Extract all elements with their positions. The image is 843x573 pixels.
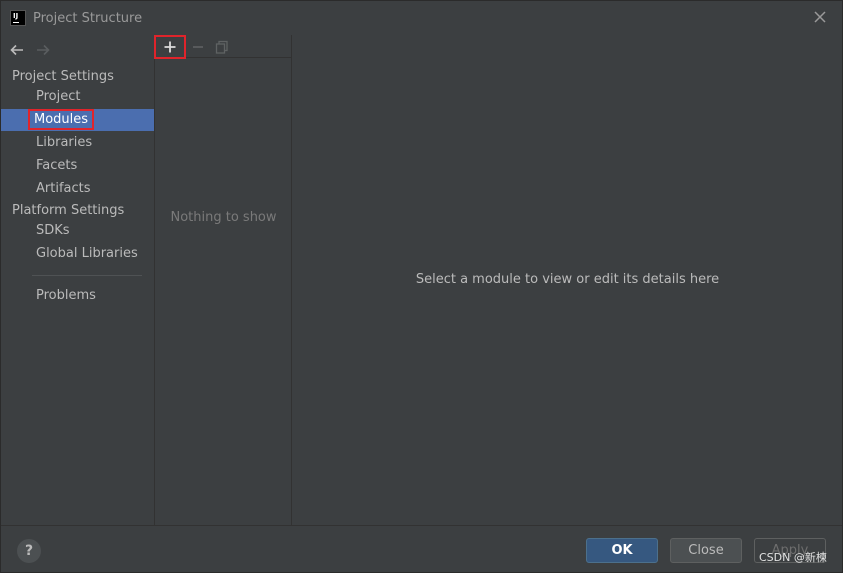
project-structure-dialog: IJ Project Structure Project Settings Pr… bbox=[0, 0, 843, 573]
app-icon-text: IJ bbox=[13, 12, 19, 20]
nav-item-problems[interactable]: Problems bbox=[1, 285, 154, 307]
nav-item-modules[interactable]: Modules bbox=[1, 109, 154, 131]
nav-item-sdks[interactable]: SDKs bbox=[1, 220, 154, 242]
close-icon[interactable] bbox=[812, 9, 828, 25]
module-list-panel: Nothing to show bbox=[154, 35, 292, 525]
close-button[interactable]: Close bbox=[670, 538, 742, 563]
nav-item-global-libraries[interactable]: Global Libraries bbox=[1, 243, 154, 265]
arrow-left-icon[interactable] bbox=[9, 42, 25, 58]
nav-item-libraries[interactable]: Libraries bbox=[1, 132, 154, 154]
nav-history-arrows bbox=[9, 39, 51, 61]
nav-item-label: Project bbox=[36, 89, 81, 104]
copy-icon[interactable] bbox=[207, 36, 237, 58]
dialog-footer: ? OK Close Apply CSDN @新楝 bbox=[1, 525, 842, 572]
settings-nav: Project Settings Project Modules Librari… bbox=[1, 35, 154, 525]
detail-hint-text: Select a module to view or edit its deta… bbox=[415, 272, 720, 287]
module-detail-panel: Select a module to view or edit its deta… bbox=[293, 35, 842, 525]
nav-item-label: Global Libraries bbox=[36, 246, 138, 261]
empty-list-text: Nothing to show bbox=[170, 210, 277, 225]
title-bar: IJ Project Structure bbox=[1, 1, 842, 35]
ok-button[interactable]: OK bbox=[586, 538, 658, 563]
section-platform-settings: Platform Settings bbox=[12, 203, 125, 218]
nav-item-label: SDKs bbox=[36, 223, 70, 238]
plus-icon[interactable] bbox=[154, 35, 186, 59]
nav-item-project[interactable]: Project bbox=[1, 86, 154, 108]
nav-item-label: Modules bbox=[27, 109, 95, 130]
nav-item-artifacts[interactable]: Artifacts bbox=[1, 178, 154, 200]
intellij-icon: IJ bbox=[10, 10, 26, 26]
nav-item-label: Libraries bbox=[36, 135, 93, 150]
nav-item-facets[interactable]: Facets bbox=[1, 155, 154, 177]
nav-item-label: Problems bbox=[36, 288, 96, 303]
module-list-toolbar bbox=[154, 35, 292, 59]
watermark-text: CSDN @新楝 bbox=[759, 551, 827, 564]
nav-divider bbox=[32, 275, 142, 276]
help-button[interactable]: ? bbox=[17, 539, 41, 563]
window-title: Project Structure bbox=[33, 11, 143, 26]
section-project-settings: Project Settings bbox=[12, 69, 114, 84]
nav-item-label: Artifacts bbox=[36, 181, 91, 196]
nav-item-label: Facets bbox=[36, 158, 78, 173]
arrow-right-icon[interactable] bbox=[35, 42, 51, 58]
